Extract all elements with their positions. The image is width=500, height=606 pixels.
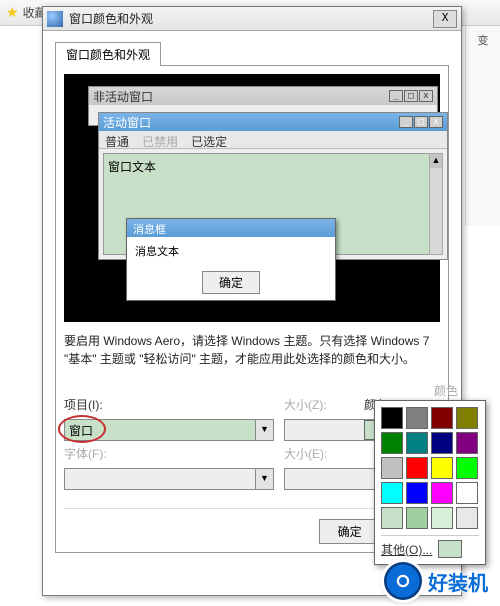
color-swatch[interactable] (381, 407, 403, 429)
minimize-icon: _ (399, 116, 413, 128)
preview-inactive-controls: _ □ x (389, 90, 433, 102)
color-swatch[interactable] (381, 507, 403, 529)
current-color-swatch (438, 540, 462, 558)
font-input (64, 468, 256, 490)
size-field: ▼ ▲ ▼ (284, 419, 354, 441)
watermark-text: 好装机 (428, 567, 488, 596)
preview-active-titlebar: 活动窗口 _ □ x (99, 113, 447, 131)
item-combo-input[interactable] (64, 419, 256, 441)
color-swatch[interactable] (456, 457, 478, 479)
preview-messagebox-ok: 确定 (202, 271, 260, 294)
description-text: 要启用 Windows Aero，请选择 Windows 主题。只有选择 Win… (64, 332, 440, 368)
font-label: 字体(F): (64, 445, 274, 462)
preview-active-title-text: 活动窗口 (103, 114, 151, 131)
color-swatch[interactable] (406, 432, 428, 454)
color-swatch[interactable] (431, 457, 453, 479)
color-swatch[interactable] (456, 507, 478, 529)
color-swatch-grid (381, 407, 479, 529)
preview-active-controls: _ □ x (399, 116, 443, 128)
tab-strip: 窗口颜色和外观 (55, 41, 449, 65)
app-icon (47, 11, 63, 27)
chevron-down-icon[interactable]: ▼ (256, 419, 274, 441)
other-colors-link[interactable]: 其他(O)... (381, 541, 432, 558)
maximize-icon: □ (404, 90, 418, 102)
watermark-logo-icon (384, 562, 422, 600)
scroll-up-icon: ▲ (430, 154, 442, 168)
color-swatch[interactable] (381, 457, 403, 479)
color-swatch[interactable] (381, 482, 403, 504)
tab-window-color[interactable]: 窗口颜色和外观 (55, 42, 161, 66)
ok-button[interactable]: 确定 (319, 519, 381, 544)
preview-area: 非活动窗口 _ □ x 活动窗口 _ □ x (64, 74, 440, 322)
item-combo[interactable]: ▼ (64, 419, 274, 441)
close-button[interactable]: X (433, 10, 457, 28)
favorites-icon[interactable]: ★ (6, 4, 19, 21)
maximize-icon: □ (414, 116, 428, 128)
color-swatch[interactable] (431, 507, 453, 529)
color-swatch[interactable] (456, 482, 478, 504)
preview-menubar: 普通 已禁用 已选定 (99, 131, 447, 149)
color-swatch[interactable] (406, 482, 428, 504)
menu-normal: 普通 (105, 135, 129, 149)
color-swatch[interactable] (406, 457, 428, 479)
color-swatch[interactable] (406, 407, 428, 429)
chevron-down-icon: ▼ (256, 468, 274, 490)
preview-scrollbar: ▲ (429, 153, 443, 255)
color-swatch[interactable] (431, 482, 453, 504)
minimize-icon: _ (389, 90, 403, 102)
color-swatch[interactable] (431, 407, 453, 429)
font-combo: ▼ (64, 468, 274, 490)
font-size-label: 大小(E): (284, 445, 354, 462)
preview-messagebox: 消息框 消息文本 确定 (126, 218, 336, 301)
item-label: 项目(I): (64, 396, 274, 413)
color-swatch[interactable] (406, 507, 428, 529)
side-panel: 变 (465, 26, 500, 226)
dialog-title: 窗口颜色和外观 (69, 10, 431, 27)
close-icon: x (429, 116, 443, 128)
dialog-titlebar[interactable]: 窗口颜色和外观 X (43, 7, 461, 31)
font-size-combo: ▼ (284, 468, 354, 490)
preview-inactive-title-text: 非活动窗口 (93, 88, 153, 105)
preview-active-window: 活动窗口 _ □ x 普通 已禁用 已选定 窗口文本 (98, 112, 448, 260)
watermark: 好装机 (384, 562, 488, 600)
color-popup[interactable]: 其他(O)... (374, 400, 486, 565)
menu-disabled: 已禁用 (142, 135, 178, 149)
size-label: 大小(Z): (284, 396, 354, 413)
close-icon: x (419, 90, 433, 102)
preview-window-text: 窗口文本 (108, 160, 156, 174)
color-swatch[interactable] (431, 432, 453, 454)
menu-selected: 已选定 (191, 135, 227, 149)
side-panel-label: 变 (466, 26, 500, 54)
preview-messagebox-text: 消息文本 (127, 237, 335, 265)
color-swatch[interactable] (456, 407, 478, 429)
color-swatch[interactable] (456, 432, 478, 454)
color-swatch[interactable] (381, 432, 403, 454)
preview-inactive-titlebar: 非活动窗口 _ □ x (89, 87, 437, 105)
preview-client-area: 窗口文本 消息框 消息文本 确定 (103, 153, 443, 255)
preview-messagebox-title: 消息框 (127, 219, 335, 237)
